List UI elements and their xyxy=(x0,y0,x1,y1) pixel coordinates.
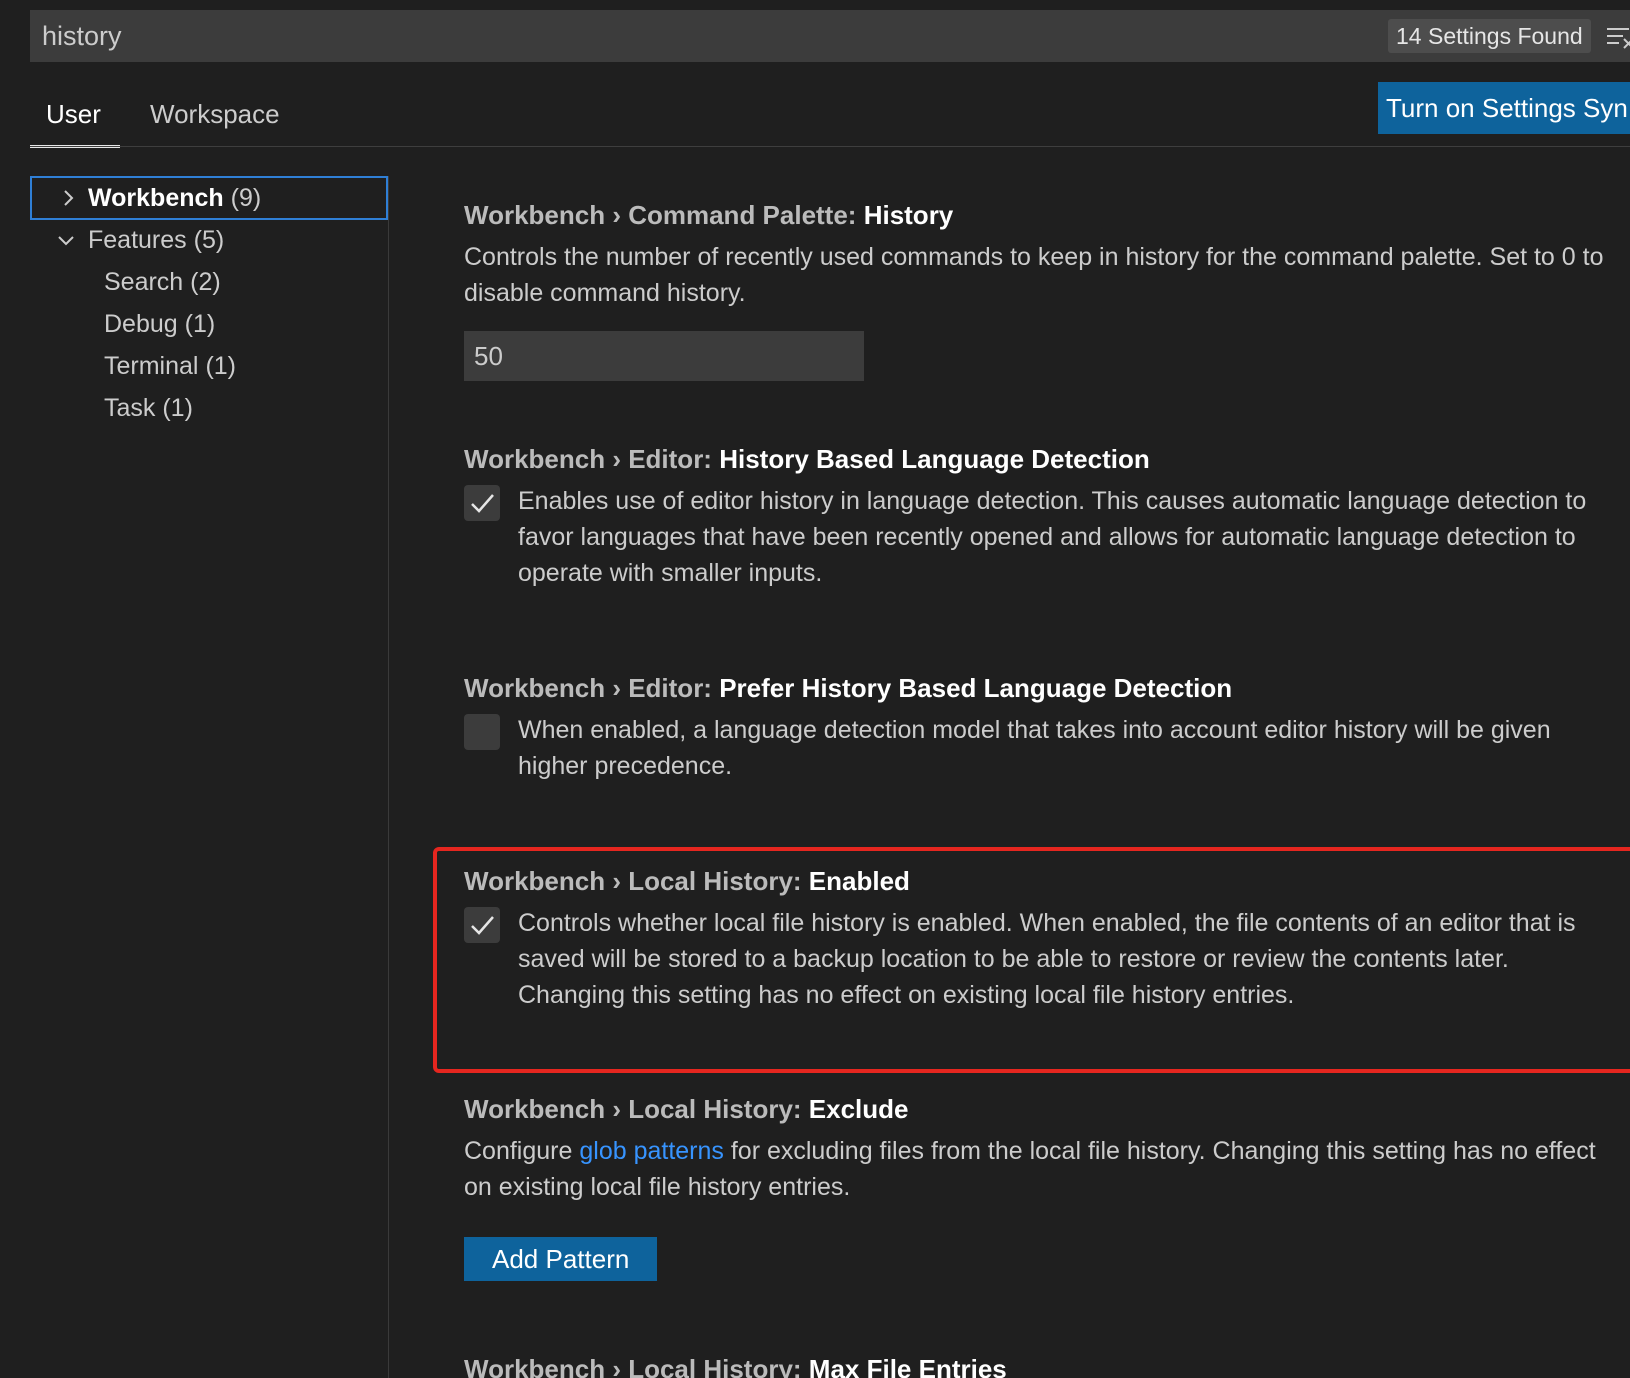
setting-name: History xyxy=(863,200,954,230)
setting-description: Controls whether local file history is e… xyxy=(518,909,1576,1009)
toc-item-features[interactable]: Features (5) xyxy=(30,218,388,262)
checkbox-row: Enables use of editor history in languag… xyxy=(464,483,1614,591)
prefer-language-detection-checkbox[interactable] xyxy=(464,714,500,750)
results-count-badge: 14 Settings Found xyxy=(1388,19,1591,53)
add-pattern-button[interactable]: Add Pattern xyxy=(464,1237,658,1281)
setting-local-history-max-file-entries: Workbench › Local History: Max File Entr… xyxy=(464,1354,1614,1378)
setting-title: Workbench › Editor: Prefer History Based… xyxy=(464,673,1614,704)
checkmark-icon xyxy=(471,494,494,513)
toc-item-label: Features (5) xyxy=(88,218,224,262)
setting-local-history-exclude: Workbench › Local History: Exclude Confi… xyxy=(464,1094,1614,1281)
setting-description: Configure glob patterns for excluding fi… xyxy=(464,1133,1614,1205)
toc-terminal-count: (1) xyxy=(205,352,236,380)
setting-description: Controls the number of recently used com… xyxy=(464,243,1604,307)
toc-item-label: Workbench (9) xyxy=(88,178,261,218)
setting-category: Workbench › Local History: xyxy=(464,866,809,896)
checkbox-row: Controls whether local file history is e… xyxy=(464,905,1614,1013)
search-input[interactable] xyxy=(40,10,1320,62)
toc-search-label: Search xyxy=(104,268,184,296)
setting-category: Workbench › Local History: xyxy=(464,1094,809,1124)
chevron-down-icon xyxy=(58,236,74,246)
toc-debug-label: Debug xyxy=(104,310,178,338)
setting-title: Workbench › Local History: Max File Entr… xyxy=(464,1354,1614,1378)
setting-title: Workbench › Local History: Enabled xyxy=(464,866,1614,897)
setting-command-palette-history: Workbench › Command Palette: History Con… xyxy=(464,200,1614,381)
clear-filter-icon[interactable] xyxy=(1605,24,1630,50)
tabs-divider xyxy=(30,146,1630,147)
local-history-enabled-checkbox[interactable] xyxy=(464,907,500,943)
setting-name: Prefer History Based Language Detection xyxy=(719,673,1233,703)
setting-title: Workbench › Command Palette: History xyxy=(464,200,1614,231)
description-text: Configure xyxy=(464,1137,580,1165)
setting-local-history-enabled: Workbench › Local History: Enabled Contr… xyxy=(464,866,1614,1013)
toc-debug-count: (1) xyxy=(184,310,216,338)
toc-item-debug[interactable]: Debug (1) xyxy=(104,302,215,346)
setting-prefer-history-language-detection: Workbench › Editor: Prefer History Based… xyxy=(464,673,1614,784)
setting-category: Workbench › Editor: xyxy=(464,673,720,703)
checkbox-row: When enabled, a language detection model… xyxy=(464,712,1614,784)
setting-title: Workbench › Local History: Exclude xyxy=(464,1094,1614,1125)
toc-item-task[interactable]: Task (1) xyxy=(104,386,193,430)
toc-workbench-count: (9) xyxy=(230,184,262,212)
chevron-right-icon xyxy=(64,190,74,206)
setting-name: History Based Language Detection xyxy=(719,444,1150,474)
toc-item-terminal[interactable]: Terminal (1) xyxy=(104,344,236,388)
setting-name: Max File Entries xyxy=(808,1354,1007,1378)
toc-item-search[interactable]: Search (2) xyxy=(104,260,221,304)
toc-divider xyxy=(388,176,389,1378)
turn-on-settings-sync-button[interactable]: Turn on Settings Syn xyxy=(1378,82,1630,134)
toc-features-label: Features xyxy=(88,226,187,254)
setting-description: When enabled, a language detection model… xyxy=(518,716,1551,780)
checkmark-icon xyxy=(471,916,494,935)
toc-terminal-label: Terminal xyxy=(104,352,199,380)
toc-task-label: Task xyxy=(104,394,156,422)
setting-title: Workbench › Editor: History Based Langua… xyxy=(464,444,1614,475)
setting-history-based-language-detection: Workbench › Editor: History Based Langua… xyxy=(464,444,1614,591)
glob-patterns-link[interactable]: glob patterns xyxy=(579,1137,724,1165)
tab-user[interactable]: User xyxy=(30,80,120,148)
setting-name: Enabled xyxy=(808,866,910,896)
language-detection-checkbox[interactable] xyxy=(464,485,500,521)
setting-name: Exclude xyxy=(808,1094,909,1124)
toc-item-workbench[interactable]: Workbench (9) xyxy=(30,176,388,220)
toc-search-count: (2) xyxy=(190,268,221,296)
toc-features-count: (5) xyxy=(193,226,225,254)
toc-workbench-label: Workbench xyxy=(88,184,224,212)
setting-description: Enables use of editor history in languag… xyxy=(518,487,1587,587)
command-history-input[interactable] xyxy=(464,331,864,381)
tab-workspace[interactable]: Workspace xyxy=(134,80,296,148)
toc-task-count: (1) xyxy=(162,394,193,422)
setting-category: Workbench › Command Palette: xyxy=(464,200,864,230)
settings-editor: 14 Settings Found User Workspace Turn on… xyxy=(0,0,1630,1378)
setting-category: Workbench › Editor: xyxy=(464,444,720,474)
search-bar: 14 Settings Found xyxy=(30,10,1630,62)
setting-category: Workbench › Local History: xyxy=(464,1354,809,1378)
